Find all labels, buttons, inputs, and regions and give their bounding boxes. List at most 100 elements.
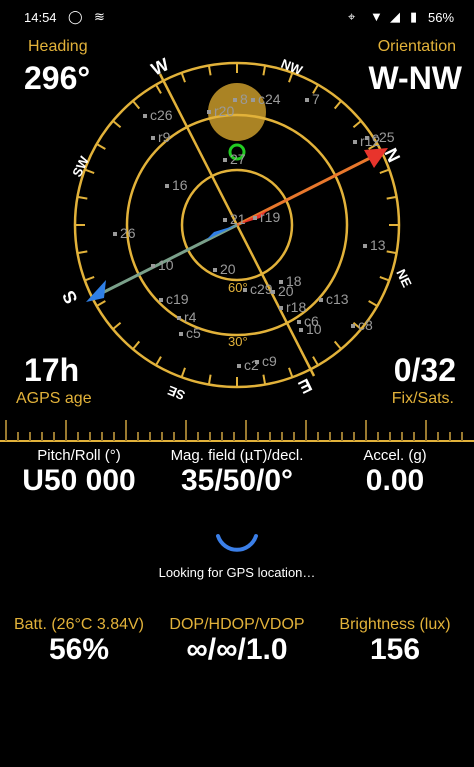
accel-label: Accel. (g) — [363, 447, 427, 464]
compass-tick — [368, 300, 378, 307]
compass-tick — [84, 276, 95, 282]
compass-tick — [333, 100, 342, 110]
compass-tick — [96, 300, 106, 307]
compass-tick — [207, 65, 212, 76]
satellite-dot — [143, 114, 147, 118]
satellite-dot — [243, 288, 247, 292]
satellite-label: c9 — [262, 353, 277, 369]
dop-value: ∞/∞/1.0 — [186, 633, 288, 666]
satellite-dot — [223, 218, 227, 222]
sky-plot: W NW N NE E SE S SW 60° 30° c268 c24 7r20r… — [58, 54, 415, 404]
satellite-dot — [353, 140, 357, 144]
satellite-dot — [151, 264, 155, 268]
satellite-label: c2 — [244, 357, 259, 373]
satellite-label: 20 — [220, 261, 236, 277]
satellite-dot — [363, 244, 367, 248]
compass-tick — [180, 367, 186, 378]
compass-tick — [180, 72, 186, 83]
compass-tick — [112, 120, 122, 129]
satellite-dot — [233, 98, 237, 102]
wifi-icon: ▼ — [370, 9, 383, 24]
satellite-label: c5 — [186, 325, 201, 341]
satellite-label: 26 — [120, 225, 136, 241]
satellite-dot — [253, 216, 257, 220]
dir-w: W — [148, 54, 172, 79]
satellite-dot — [279, 306, 283, 310]
compass-tick — [96, 143, 106, 150]
mobile-signal-icon: ◢ — [390, 9, 400, 24]
satellite-label: c24 — [258, 91, 281, 107]
dir-e: E — [295, 374, 315, 397]
compass-tick — [379, 168, 390, 174]
pitch-roll-value: U50 000 — [22, 464, 136, 497]
dir-n: N — [380, 145, 404, 165]
compass-tick — [77, 250, 88, 255]
compass-tick — [155, 356, 162, 366]
satellite-label: c8 — [358, 317, 373, 333]
compass-tick — [112, 321, 122, 330]
compass-tick — [207, 374, 212, 385]
compass-tick — [262, 374, 267, 385]
ring-label-30: 30° — [228, 334, 248, 349]
satellite-dot — [271, 290, 275, 294]
status-bar: 14:54 ◯ ≋ ⌖ ▼ ◢ ▮ 56% — [0, 0, 474, 36]
compass-tick — [262, 65, 267, 76]
satellite-label: c25 — [372, 129, 395, 145]
battery-icon: ▮ — [410, 9, 418, 24]
satellite-dot — [319, 298, 323, 302]
satellite-dot — [297, 320, 301, 324]
mag-field-value: 35/50/0° — [180, 464, 294, 497]
compass-tick — [288, 367, 294, 378]
compass-tick — [312, 356, 319, 366]
battery-value: 56% — [48, 633, 110, 666]
brightness-label: Brightness (lux) — [339, 616, 451, 633]
compass-tick — [386, 195, 397, 200]
satellite-label: 10 — [158, 257, 174, 273]
status-time: 14:54 — [24, 10, 57, 25]
heading-tick-strip — [0, 420, 474, 442]
compass-tick — [386, 250, 397, 255]
satellite-dot — [299, 328, 303, 332]
status-battery-pct: 56% — [428, 10, 455, 25]
dir-ne: NE — [393, 267, 415, 290]
satellite-label: 13 — [370, 237, 386, 253]
compass-tick — [77, 195, 88, 200]
compass-tick — [333, 340, 342, 350]
satellite-dot — [255, 360, 259, 364]
satellite-dot — [351, 324, 355, 328]
brightness-value: 156 — [369, 633, 421, 666]
satellite-dot — [251, 98, 255, 102]
dop-label: DOP/HDOP/VDOP — [169, 616, 305, 633]
satellite-label: r19 — [260, 209, 280, 225]
loading-spinner-icon — [216, 534, 258, 552]
location-icon: ⌖ — [348, 9, 356, 24]
satellite-label: 7 — [312, 91, 320, 107]
ring-label-60: 60° — [228, 280, 248, 295]
dir-se: SE — [165, 383, 187, 404]
gps-status-text: Looking for GPS location… — [158, 565, 316, 580]
satellite-dot — [207, 110, 211, 114]
satellite-label: 10 — [306, 321, 322, 337]
satellite-label: 16 — [172, 177, 188, 193]
whatsapp-icon: ◯ — [68, 9, 83, 24]
dir-nw: NW — [279, 56, 305, 78]
needle-north-line — [236, 152, 379, 227]
satellite-dot — [113, 232, 117, 236]
satellite-dot — [165, 184, 169, 188]
satellite-label: c13 — [326, 291, 349, 307]
satellite-dot — [223, 158, 227, 162]
satellite-dot — [159, 298, 163, 302]
satellite-dot — [365, 136, 369, 140]
satellite-dot — [177, 316, 181, 320]
mag-field-label: Mag. field (µT)/decl. — [170, 447, 304, 464]
satellite-label: 27 — [230, 151, 246, 167]
compass-tick — [132, 100, 141, 110]
compass-tick — [379, 276, 390, 282]
satellite-dot — [213, 268, 217, 272]
satellite-label: c26 — [150, 107, 173, 123]
accel-value: 0.00 — [365, 464, 425, 497]
satellite-label: r20 — [214, 103, 234, 119]
satellite-dot — [179, 332, 183, 336]
satellite-label: c19 — [166, 291, 189, 307]
pitch-roll-label: Pitch/Roll (°) — [37, 447, 121, 464]
